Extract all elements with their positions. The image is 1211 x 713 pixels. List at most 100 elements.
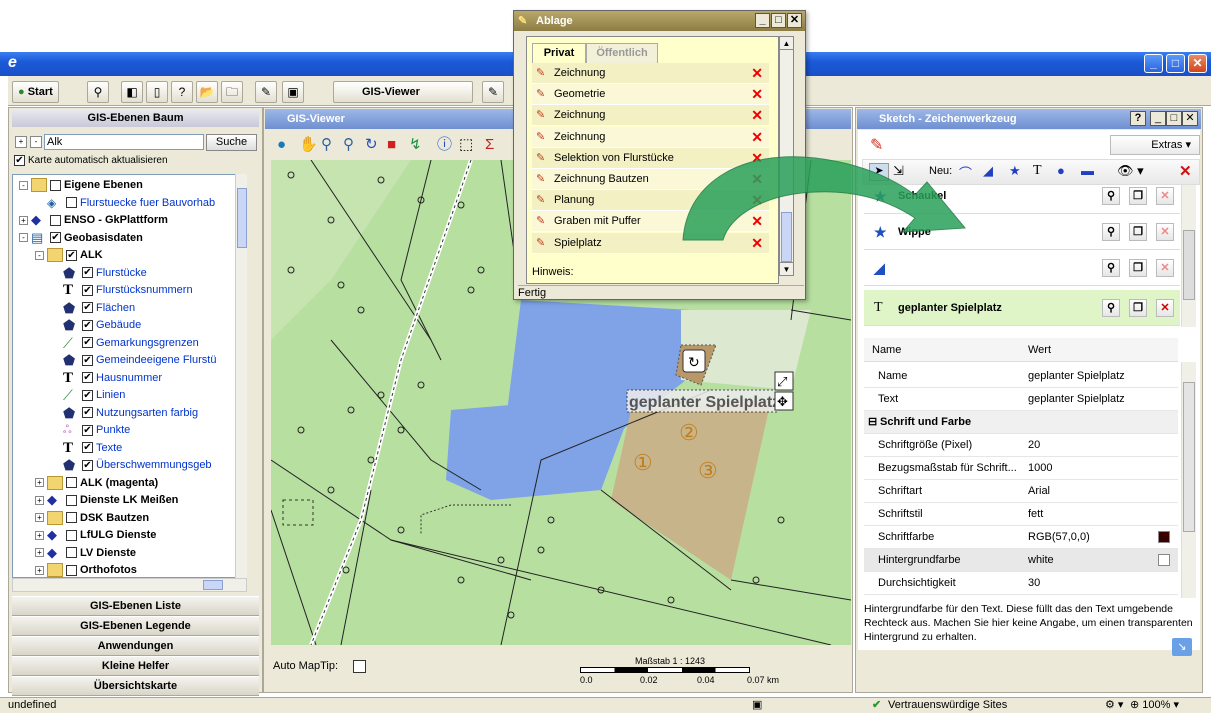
prop-row[interactable]: Bezugsmaßstab für Schrift... 1000 [864,457,1178,480]
layer-checkbox[interactable] [66,512,77,524]
tree-item[interactable]: ⬟ ✔ Nutzungsarten farbig [51,405,198,422]
layer-checkbox[interactable] [66,529,77,541]
visibility-icon[interactable]: 👁 ▾ [1117,163,1144,179]
tree-item[interactable]: T ✔ Flurstücksnummern [51,282,193,299]
gis-viewer-tab-button[interactable]: GIS-Viewer [333,81,473,103]
layer-checkbox[interactable] [66,477,77,489]
delete-icon[interactable]: ✕ [1179,162,1192,180]
prop-scrollbar[interactable] [1181,362,1196,598]
tree-scroll-thumb[interactable] [237,188,247,248]
shape-row-spielplatz[interactable]: Tgeplanter Spielplatz ⚲ ❐ ✕ [864,290,1180,326]
zoom-level[interactable]: ⊕ 100% ▾ [1130,697,1179,713]
refresh-icon[interactable]: ↯ [409,131,422,159]
remove-icon[interactable]: ✕ [1156,187,1174,205]
color-swatch[interactable] [1158,554,1170,566]
tree-item[interactable]: + ◆ Dienste LK Meißen [35,492,178,509]
expand-icon[interactable]: + [35,478,44,488]
prop-row[interactable]: Schriftart Arial [864,480,1178,503]
zoom-to-icon[interactable]: ⚲ [1102,187,1120,205]
protected-mode-icon[interactable]: ⚙ ▾ [1105,697,1123,713]
prop-section-header[interactable]: ⊟ Schrift und Farbe [864,411,1178,434]
layer-checkbox[interactable]: ✔ [82,424,93,436]
tree-item[interactable]: - ✔ ALK [35,247,103,264]
save-icon[interactable]: ▣ [282,81,304,103]
copy-icon[interactable]: ❐ [1129,223,1147,241]
ablage-item[interactable]: ✎ Zeichnung ✕ [532,105,769,127]
accordion-kleine-helfer[interactable]: Kleine Helfer [12,656,259,676]
tree-item[interactable]: ⬟ ✔ Gebäude [51,317,141,334]
delete-icon[interactable]: ✕ [751,84,763,105]
remove-icon[interactable]: ✕ [1156,223,1174,241]
ablage-item[interactable]: ✎ Geometrie ✕ [532,84,769,106]
copy-icon[interactable]: ❐ [1129,299,1147,317]
copy-icon[interactable]: ❐ [1129,259,1147,277]
accordion-anwendungen[interactable]: Anwendungen [12,636,259,656]
zoom-to-icon[interactable]: ⚲ [1102,223,1120,241]
prop-row[interactable]: Text geplanter Spielplatz [864,388,1178,411]
tree-item[interactable]: ⟋ ✔ Linien [51,387,125,404]
prop-row[interactable]: Durchsichtigkeit 30 [864,572,1178,595]
sketch-help-button[interactable]: ? [1130,111,1146,126]
ablage-tab-oeffentlich[interactable]: Öffentlich [586,43,658,63]
layer-checkbox[interactable] [66,197,77,209]
color-swatch[interactable] [1158,531,1170,543]
prop-row[interactable]: Schriftstil fett [864,503,1178,526]
tree-item[interactable]: + ◆ LfULG Dienste [35,527,156,544]
pan-icon[interactable]: ✋ [299,131,318,159]
delete-icon[interactable]: ✕ [751,105,763,126]
search-icon[interactable]: ⚲ [87,81,109,103]
maximize-button[interactable]: □ [1166,54,1185,73]
collapse-all-button[interactable]: - [30,136,42,148]
zoom-to-icon[interactable]: ⚲ [1102,299,1120,317]
extras-button[interactable]: Extras ▾ [1110,135,1200,155]
copy-icon[interactable]: ❐ [1129,187,1147,205]
layer-checkbox[interactable] [50,214,61,226]
delete-icon[interactable]: ✕ [751,63,763,84]
ablage-scroll-down[interactable]: ▼ [780,262,793,275]
back-icon[interactable]: ◧ [121,81,143,103]
new-rect-icon[interactable]: ▬ [1081,163,1094,178]
expand-icon[interactable]: + [35,513,44,523]
expand-icon[interactable]: + [35,530,44,540]
ablage-tab-privat[interactable]: Privat [532,43,586,63]
tree-item[interactable]: + Orthofotos [35,562,137,577]
tree-item[interactable]: T ✔ Texte [51,440,122,457]
layer-checkbox[interactable]: ✔ [82,302,93,314]
layer-checkbox[interactable] [50,179,61,191]
tree-item[interactable]: + ◆ LV Dienste [35,545,136,562]
undo-icon[interactable]: ↻ [365,131,378,159]
sketch-minimize-button[interactable]: _ [1150,111,1166,126]
shape-list-thumb[interactable] [1183,230,1195,300]
new-polygon-icon[interactable]: ◢ [983,163,993,179]
auto-update-checkbox-row[interactable]: ✔ Karte automatisch aktualisieren [14,153,168,169]
prop-row[interactable]: Schriftgröße (Pixel) 20 [864,434,1178,457]
prop-row[interactable]: Name geplanter Spielplatz [864,365,1178,388]
expand-icon[interactable]: + [19,215,28,225]
shape-row-polygon[interactable]: ◢ ⚲ ❐ ✕ [864,250,1180,286]
layer-checkbox[interactable] [66,494,77,506]
accordion-uebersichtskarte[interactable]: Übersichtskarte [12,676,259,696]
layer-checkbox[interactable] [66,547,77,559]
folder-icon[interactable]: 🗀 [221,81,243,103]
layer-checkbox[interactable] [66,564,77,576]
layer-search-input[interactable] [44,134,204,150]
accordion-ebenen-legende[interactable]: GIS-Ebenen Legende [12,616,259,636]
shape-list-scrollbar[interactable] [1181,185,1196,327]
layer-checkbox[interactable]: ✔ [50,232,61,244]
zoom-to-icon[interactable]: ⚲ [1102,259,1120,277]
tree-item[interactable]: T ✔ Hausnummer [51,370,162,387]
tools-icon[interactable]: ✎ [255,81,277,103]
sketch-maximize-button[interactable]: □ [1166,111,1182,126]
expand-icon[interactable]: + [35,565,44,575]
tree-item[interactable]: ⬟ ✔ Überschwemmungsgeb [51,457,212,474]
expand-icon[interactable]: + [35,548,44,558]
close-button[interactable]: ✕ [1188,54,1207,73]
apply-icon[interactable]: ↘ [1172,638,1192,656]
globe-icon[interactable]: ● [277,131,286,159]
expand-icon[interactable]: + [35,495,44,505]
tree-item[interactable]: + ◆ ENSO - GkPlattform [19,212,168,229]
info-icon[interactable]: ⓘ [437,131,452,159]
ablage-minimize-button[interactable]: _ [755,13,770,28]
collapse-icon[interactable]: - [19,180,28,190]
accordion-ebenen-liste[interactable]: GIS-Ebenen Liste [12,596,259,616]
